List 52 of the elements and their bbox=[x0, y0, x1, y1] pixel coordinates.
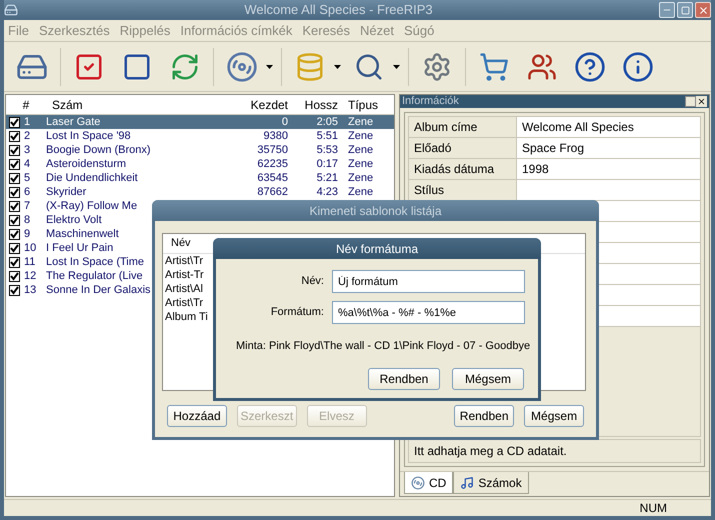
track-title: Lost In Space (Time bbox=[46, 254, 144, 270]
track-type: Zene bbox=[347, 156, 374, 172]
track-start: 0 bbox=[280, 114, 289, 130]
field-label: Formátum: bbox=[270, 305, 325, 320]
track-number: 4 bbox=[23, 156, 32, 172]
track-title: Lost In Space '98 bbox=[46, 128, 131, 144]
track-title: I Feel Ur Pain bbox=[46, 240, 114, 256]
track-number: 9 bbox=[23, 226, 32, 242]
track-title: (X-Ray) Follow Me bbox=[46, 198, 138, 214]
track-title: Sonne In Der Galaxis bbox=[46, 282, 151, 298]
track-type: Zene bbox=[347, 142, 374, 158]
track-length: 2:05 bbox=[316, 114, 339, 130]
track-number: 7 bbox=[23, 198, 32, 214]
dialog-title: Kimeneti sablonok listája bbox=[309, 202, 442, 220]
track-number: 12 bbox=[23, 268, 38, 284]
track-title: Maschinenwelt bbox=[46, 226, 119, 242]
track-number: 11 bbox=[23, 254, 36, 270]
track-type: Zene bbox=[347, 114, 374, 130]
dialog-title: Név formátuma bbox=[336, 240, 418, 258]
track-title: Asteroidensturm bbox=[46, 156, 126, 172]
track-start: 35750 bbox=[256, 142, 289, 158]
track-type: Zene bbox=[347, 128, 374, 144]
track-length: 0:17 bbox=[316, 156, 339, 172]
sample-text: Minta: Pink Floyd\The wall - CD 1\Pink Floyd - 07 - Goodbye bbox=[236, 339, 530, 354]
track-title: The Regulator (Live bbox=[46, 268, 143, 284]
track-title: Elektro Volt bbox=[46, 212, 102, 228]
window-title: Welcome All Species - FreeRIP3 bbox=[243, 1, 434, 20]
track-number: 1 bbox=[23, 114, 32, 130]
track-title: Die Undendlichkeit bbox=[46, 170, 138, 186]
track-number: 6 bbox=[23, 184, 32, 200]
field-label: Név: bbox=[300, 274, 325, 290]
track-title: Boogie Down (Bronx) bbox=[46, 142, 151, 158]
track-length: 4:23 bbox=[316, 184, 339, 200]
track-start: 63545 bbox=[256, 170, 289, 186]
track-number: 5 bbox=[23, 170, 32, 186]
track-title: Laser Gate bbox=[46, 114, 100, 130]
track-number: 10 bbox=[23, 240, 38, 256]
track-length: 5:21 bbox=[316, 170, 339, 186]
track-type: Zene bbox=[347, 184, 374, 200]
track-start: 87662 bbox=[256, 184, 289, 200]
track-number: 8 bbox=[23, 212, 32, 228]
track-type: Zene bbox=[347, 170, 374, 186]
panel-title: Információk bbox=[402, 94, 460, 110]
track-number: 3 bbox=[23, 142, 32, 158]
track-length: 5:53 bbox=[316, 142, 339, 158]
track-start: 62235 bbox=[256, 156, 289, 172]
track-start: 9380 bbox=[262, 128, 289, 144]
track-length: 5:51 bbox=[316, 128, 339, 144]
track-title: Skyrider bbox=[46, 184, 86, 200]
track-number: 2 bbox=[23, 128, 32, 144]
track-number: 13 bbox=[23, 282, 38, 298]
status-indicator: NUM bbox=[640, 500, 667, 516]
